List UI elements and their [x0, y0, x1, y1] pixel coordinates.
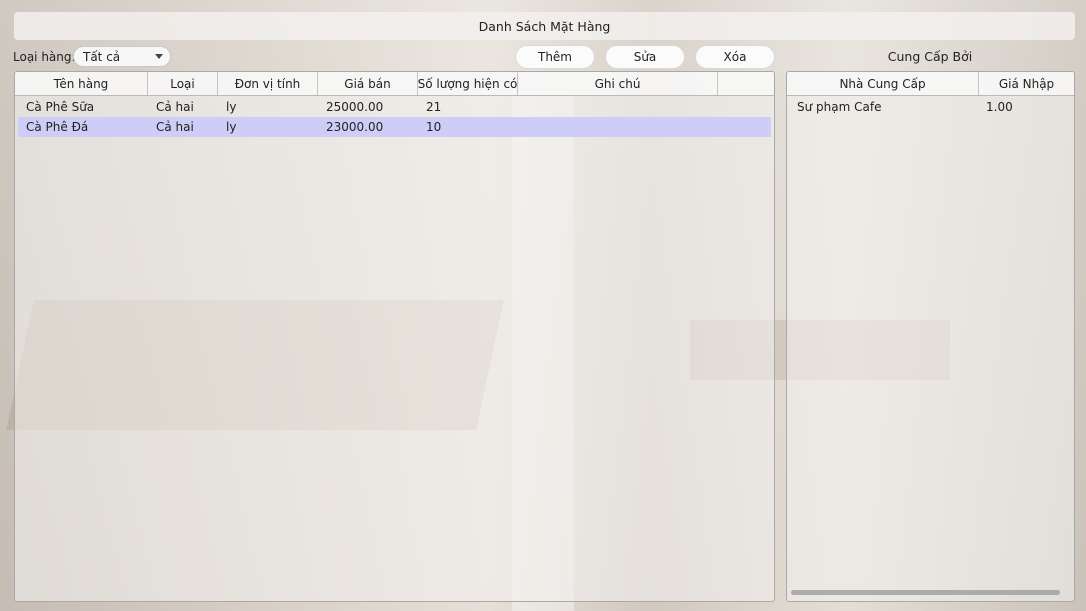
items-table-header: Tên hàng Loại Đơn vị tính Giá bán Số lượ…	[15, 72, 774, 96]
add-button[interactable]: Thêm	[515, 45, 595, 69]
cell-quantity: 10	[426, 120, 442, 134]
column-header-name[interactable]: Tên hàng	[15, 72, 148, 95]
cell-note	[518, 117, 718, 137]
cell-type: Cả hai	[156, 100, 194, 114]
column-header-supplier[interactable]: Nhà Cung Cấp	[787, 72, 979, 95]
cell-name: Cà Phê Đá	[26, 120, 89, 134]
cell-quantity: 21	[426, 100, 442, 114]
column-header-extra[interactable]	[718, 72, 774, 95]
category-filter-value: Tất cả	[83, 49, 121, 64]
supplier-table-header: Nhà Cung Cấp Giá Nhập	[787, 72, 1074, 96]
cell-price: 23000.00	[326, 120, 384, 134]
edit-button-label: Sửa	[633, 50, 657, 64]
category-filter-label: Loại hàng:	[13, 50, 76, 64]
column-header-price[interactable]: Giá bán	[318, 72, 418, 95]
cell-price: 25000.00	[326, 100, 384, 114]
horizontal-scrollbar[interactable]	[791, 590, 1060, 595]
cell-import-price: 1.00	[986, 100, 1013, 114]
items-table[interactable]: Tên hàng Loại Đơn vị tính Giá bán Số lượ…	[14, 71, 775, 602]
cell-supplier: Sư phạm Cafe	[797, 100, 882, 114]
cell-unit: ly	[226, 100, 237, 114]
cell-note	[518, 97, 718, 117]
column-header-unit[interactable]: Đơn vị tính	[218, 72, 318, 95]
supplier-table[interactable]: Nhà Cung Cấp Giá Nhập Sư phạm Cafe 1.00	[786, 71, 1075, 602]
category-filter-select[interactable]: Tất cả	[73, 46, 171, 67]
delete-button[interactable]: Xóa	[695, 45, 775, 69]
page-title-text: Danh Sách Mặt Hàng	[478, 18, 611, 34]
delete-button-label: Xóa	[723, 50, 747, 64]
column-header-type[interactable]: Loại	[148, 72, 218, 95]
add-button-label: Thêm	[537, 50, 572, 64]
page-title: Danh Sách Mặt Hàng	[14, 12, 1075, 40]
supplier-panel-title: Cung Cấp Bởi	[887, 49, 973, 64]
edit-button[interactable]: Sửa	[605, 45, 685, 69]
column-header-quantity[interactable]: Số lượng hiện có	[418, 72, 518, 95]
cell-unit: ly	[226, 120, 237, 134]
table-row[interactable]: Cà Phê Sữa Cả hai ly 25000.00 21	[18, 97, 771, 117]
column-header-note[interactable]: Ghi chú	[518, 72, 718, 95]
table-row-selected[interactable]: Cà Phê Đá Cả hai ly 23000.00 10	[18, 117, 771, 137]
table-row[interactable]: Sư phạm Cafe 1.00	[790, 97, 1071, 117]
cell-type: Cả hai	[156, 120, 194, 134]
chevron-down-icon	[155, 54, 163, 59]
cell-name: Cà Phê Sữa	[26, 100, 95, 114]
column-header-import-price[interactable]: Giá Nhập	[979, 72, 1074, 95]
